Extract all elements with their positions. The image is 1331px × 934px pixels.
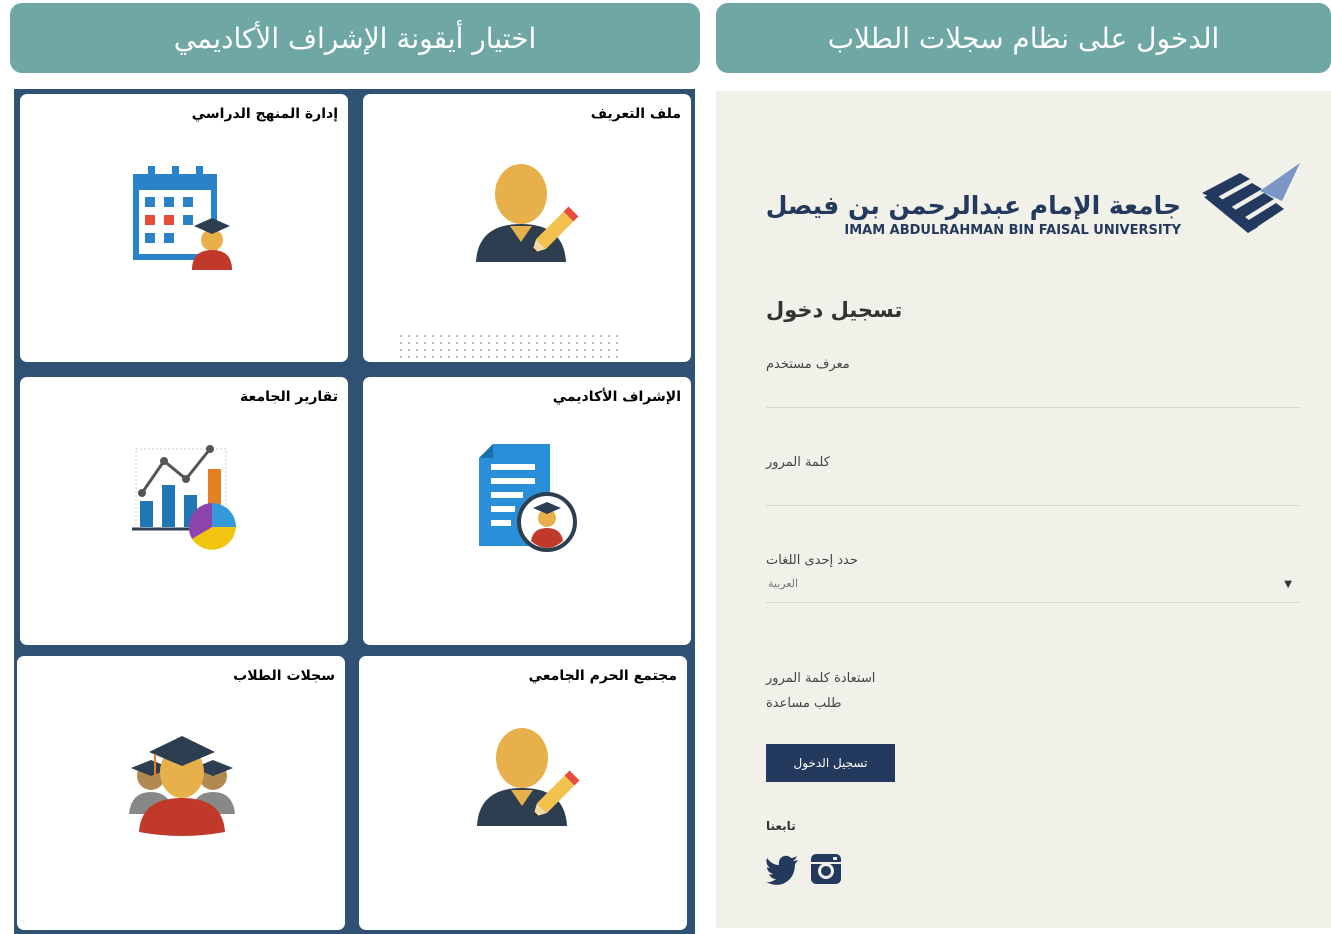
university-name-en: IMAM ABDULRAHMAN BIN FAISAL UNIVERSITY — [844, 223, 1181, 238]
password-input[interactable] — [766, 474, 1300, 504]
tiles-panel: ملف التعريف إدارة المنهج الدراسي الإشراف… — [14, 89, 695, 934]
follow-us-label: تابعنا — [766, 819, 796, 833]
students-graduates-icon — [129, 736, 235, 836]
banner-left-text: اختيار أيقونة الإشراف الأكاديمي — [173, 21, 537, 55]
instagram-icon[interactable] — [810, 853, 842, 885]
tile-community-label: مجتمع الحرم الجامعي — [528, 668, 677, 684]
tile-records-label: سجلات الطلاب — [233, 668, 335, 684]
calendar-graduate-icon — [133, 166, 232, 270]
reports-chart-icon — [132, 445, 236, 550]
tile-student-records[interactable]: سجلات الطلاب — [17, 656, 345, 930]
profile-edit-icon — [477, 728, 580, 826]
login-title: تسجيل دخول — [766, 298, 903, 322]
language-underline — [766, 602, 1300, 603]
banner-student-records-login: الدخول على نظام سجلات الطلاب — [716, 3, 1331, 73]
username-input[interactable] — [766, 376, 1300, 406]
password-underline — [766, 505, 1300, 506]
password-label: كلمة المرور — [766, 455, 830, 470]
login-panel: جامعة الإمام عبدالرحمن بن فيصل IMAM ABDU… — [716, 91, 1331, 928]
tile-advising-label: الإشراف الأكاديمي — [552, 389, 681, 405]
forgot-password-link[interactable]: استعادة كلمة المرور — [766, 671, 875, 686]
language-value: العربية — [768, 577, 799, 590]
profile-edit-icon — [476, 164, 579, 262]
tile-profile[interactable]: ملف التعريف — [363, 94, 691, 362]
tile-campus-community[interactable]: مجتمع الحرم الجامعي — [359, 656, 687, 930]
twitter-icon[interactable] — [766, 855, 800, 885]
dotted-pattern — [399, 334, 621, 360]
language-select[interactable]: العربية ▼ — [766, 573, 1300, 601]
username-underline — [766, 407, 1300, 408]
tile-curriculum-label: إدارة المنهج الدراسي — [191, 106, 338, 122]
banner-select-advising-icon: اختيار أيقونة الإشراف الأكاديمي — [10, 3, 700, 73]
tile-curriculum-management[interactable]: إدارة المنهج الدراسي — [20, 94, 348, 362]
university-logo-icon — [1202, 163, 1300, 233]
tile-profile-label: ملف التعريف — [590, 106, 681, 122]
document-advisor-icon — [479, 444, 577, 552]
chevron-down-icon: ▼ — [1284, 579, 1292, 590]
language-label: حدد إحدى اللغات — [766, 553, 858, 568]
signin-button[interactable]: تسجيل الدخول — [766, 744, 895, 782]
help-request-link[interactable]: طلب مساعدة — [766, 696, 841, 711]
tile-academic-advising[interactable]: الإشراف الأكاديمي — [363, 377, 691, 645]
tile-university-reports[interactable]: تقارير الجامعة — [20, 377, 348, 645]
banner-right-text: الدخول على نظام سجلات الطلاب — [827, 21, 1220, 55]
university-name-ar: جامعة الإمام عبدالرحمن بن فيصل — [765, 191, 1181, 220]
username-label: معرف مستخدم — [766, 357, 850, 372]
tile-reports-label: تقارير الجامعة — [240, 389, 338, 405]
